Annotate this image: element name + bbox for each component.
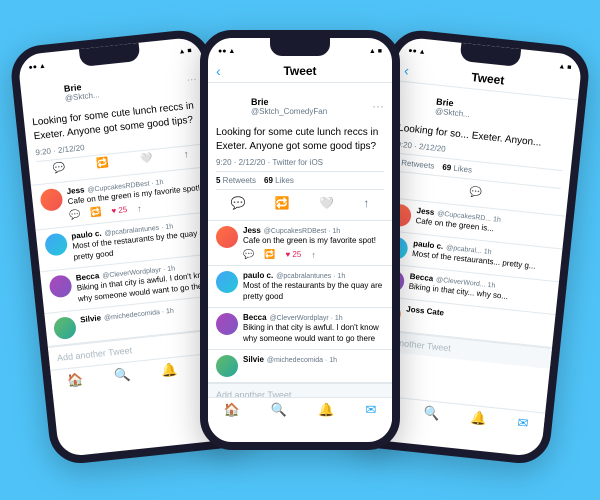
reply-name-silvie: Silvie: [243, 355, 264, 364]
reply-action-rt-jess[interactable]: 🔁: [264, 249, 275, 260]
scene: ●● ▲ 9:15 ▲ ■ Brie @Sktch... ··· Looking…: [0, 0, 600, 500]
signal-left: ●● ▲: [28, 62, 46, 71]
reply-text-becca: Biking in that city is awful. I don't kn…: [243, 323, 384, 344]
reply-jess-center: Jess @CupcakesRDBest · 1h Cafe on the gr…: [208, 221, 392, 266]
phone-center: ●● ▲ 9:15 ▲ ■ ‹ Tweet Brie @Sktch_Comedy…: [200, 30, 400, 450]
avatar-becca-left: [49, 274, 73, 298]
nav-search-center[interactable]: 🔍: [271, 402, 287, 418]
reply-action-share-jess[interactable]: ↑: [311, 250, 316, 260]
avatar-brie-center: [216, 91, 246, 121]
nav-home-center[interactable]: 🏠: [224, 402, 240, 418]
reply-handle-paulo: @pcabralantunes · 1h: [276, 273, 345, 280]
more-left[interactable]: ···: [186, 73, 197, 85]
avatar-brie-left: [28, 78, 61, 111]
nav-notif-center[interactable]: 🔔: [318, 402, 334, 418]
avatar-brie-right: [399, 87, 432, 120]
joss-name: Joss Cate: [406, 305, 445, 318]
reply-handle-becca: @CleverWordplayr · 1h: [270, 315, 343, 322]
avatar-paulo-left: [44, 233, 68, 257]
author-name-center: Brie: [251, 97, 327, 107]
share-icon[interactable]: ↑: [363, 196, 369, 210]
avatar-jess-left: [39, 188, 63, 212]
signal-right: ●● ▲: [408, 47, 426, 56]
reply-action-reply-jess[interactable]: 💬: [243, 249, 254, 260]
reply-icon[interactable]: 💬: [231, 196, 246, 210]
battery-left: ▲ ■: [178, 47, 192, 55]
author-handle-center: @Sktch_ComedyFan: [251, 107, 327, 116]
avatar-becca-center: [216, 313, 238, 335]
back-button-center[interactable]: ‹: [216, 63, 221, 79]
replies-center: Jess @CupcakesRDBest · 1h Cafe on the gr…: [208, 221, 392, 383]
action-reply-left[interactable]: 💬: [52, 162, 66, 174]
action-like-left[interactable]: 🤍: [140, 153, 154, 165]
reply-handle-silvie: @michedecomida · 1h: [267, 357, 337, 364]
top-bar-title-right: Tweet: [471, 70, 505, 87]
signal-center: ●● ▲: [218, 48, 235, 55]
nav-mail-right[interactable]: ✉: [517, 415, 530, 432]
nav-mail-center[interactable]: ✉: [366, 402, 377, 418]
more-center[interactable]: ···: [372, 99, 384, 113]
tweet-text-center: Looking for some cute lunch reccs in Exe…: [216, 126, 384, 154]
reply-silvie-center: Silvie @michedecomida · 1h: [208, 350, 392, 383]
notch-center: [270, 38, 330, 56]
reply-name-paulo: paulo c.: [243, 271, 273, 280]
reply-likes-jess: ♥ 25: [285, 250, 301, 259]
like-icon[interactable]: 🤍: [319, 196, 334, 210]
reply-becca-center: Becca @CleverWordplayr · 1h Biking in th…: [208, 308, 392, 350]
nav-bar-center: 🏠 🔍 🔔 ✉: [208, 397, 392, 422]
action-rt-left[interactable]: 🔁: [96, 158, 110, 170]
reply-name-becca: Becca: [243, 313, 267, 322]
reply-name-jess: Jess: [243, 226, 261, 235]
tweet-meta-center: 9:20 · 2/12/20 · Twitter for iOS: [216, 158, 384, 167]
reply-handle-jess: @CupcakesRDBest · 1h: [264, 228, 340, 235]
battery-right: ▲ ■: [558, 63, 572, 71]
avatar-paulo-center: [216, 271, 238, 293]
main-tweet-center: Brie @Sktch_ComedyFan ··· Looking for so…: [208, 83, 392, 221]
retweet-count: 5 Retweets: [216, 176, 256, 185]
reply-icon-right[interactable]: 💬: [469, 187, 483, 199]
reply-text-paulo: Most of the restaurants by the quay are …: [243, 281, 384, 302]
nav-notif-right[interactable]: 🔔: [470, 410, 488, 428]
tweet-stats-center: 5 Retweets 69 Likes: [216, 171, 384, 190]
avatar-jess-center: [216, 226, 238, 248]
likes-count: 69 Likes: [264, 176, 294, 185]
battery-center: ▲ ■: [369, 48, 382, 55]
nav-search-right[interactable]: 🔍: [423, 405, 441, 423]
top-bar-center: ‹ Tweet: [208, 60, 392, 83]
avatar-silvie-center: [216, 355, 238, 377]
back-button-right[interactable]: ‹: [403, 62, 409, 78]
retweet-icon[interactable]: 🔁: [275, 196, 290, 210]
action-share-left[interactable]: ↑: [183, 149, 189, 160]
tweet-actions-center: 💬 🔁 🤍 ↑: [216, 194, 384, 212]
reply-paulo-center: paulo c. @pcabralantunes · 1h Most of th…: [208, 266, 392, 308]
reply-text-jess: Cafe on the green is my favorite spot!: [243, 236, 384, 246]
top-bar-title-center: Tweet: [283, 64, 316, 78]
avatar-silvie-left: [53, 316, 77, 340]
